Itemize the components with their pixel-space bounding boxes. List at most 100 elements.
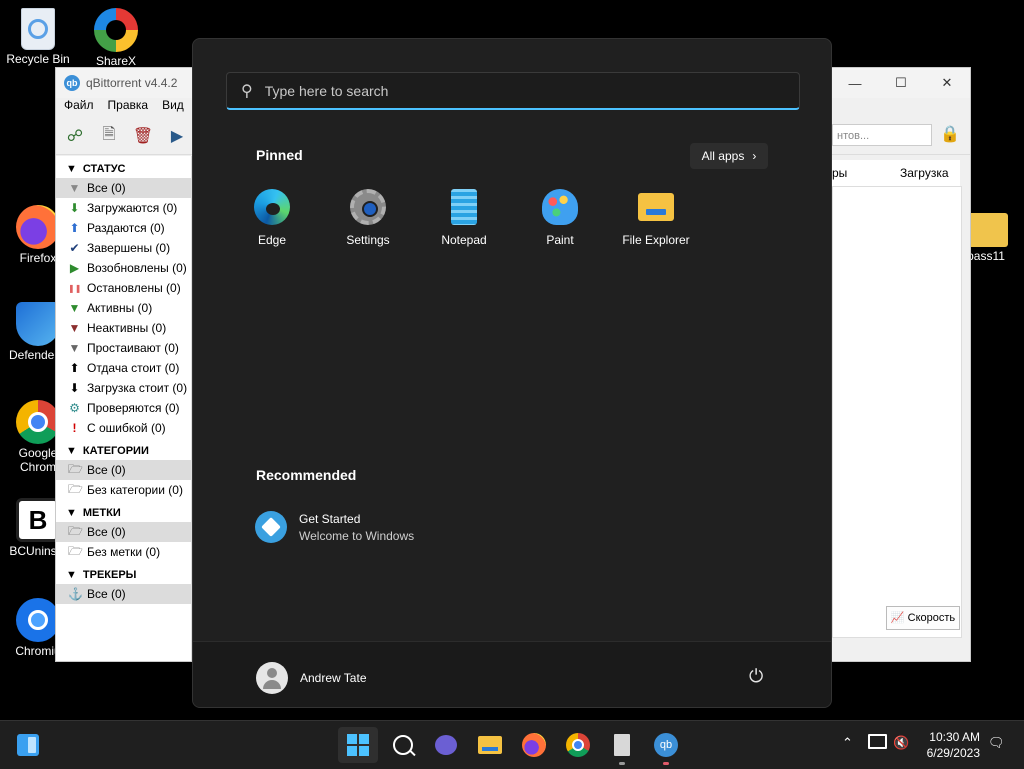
power-icon: ⏻ xyxy=(749,666,764,686)
section-categories-header[interactable]: ▼ КАТЕГОРИИ xyxy=(56,438,191,460)
section-tags-header[interactable]: ▼ МЕТКИ xyxy=(56,500,191,522)
pinned-app-label: Edge xyxy=(257,233,287,247)
qbittorrent-taskbar-button[interactable]: qb xyxy=(646,727,686,765)
start-search-box[interactable]: ⚲ Type here to search xyxy=(226,72,800,110)
qbittorrent-icon: qb xyxy=(654,733,678,757)
firefox-taskbar-button[interactable] xyxy=(514,727,554,763)
desktop-icon-sharex[interactable]: ShareX xyxy=(78,8,154,68)
sidebar-item[interactable]: 🗁 Все (0) xyxy=(56,460,191,480)
menu-file[interactable]: Файл xyxy=(64,98,94,118)
clock[interactable]: 10:30 AM 6/29/2023 xyxy=(927,729,980,761)
sidebar-item[interactable]: 🗁 Без категории (0) xyxy=(56,480,191,500)
start-button[interactable] xyxy=(338,727,378,763)
close-button[interactable]: ✕ xyxy=(924,68,970,98)
sidebar-item[interactable]: ▼ Активны (0) xyxy=(56,298,191,318)
firefox-icon xyxy=(16,205,60,249)
clock-date: 6/29/2023 xyxy=(926,746,980,760)
resume-button[interactable]: ▶ xyxy=(166,125,188,147)
window-controls: — ☐ ✕ xyxy=(832,68,970,98)
speed-button[interactable]: 📈 Скорость xyxy=(886,606,960,630)
teams-button[interactable] xyxy=(426,727,466,763)
add-torrent-file-button[interactable]: 🗎 xyxy=(98,125,120,147)
sidebar-item[interactable]: ⬇ Загрузка стоит (0) xyxy=(56,378,191,398)
recommended-subtitle-text: Welcome to Windows xyxy=(299,528,415,543)
sidebar-item-label: Загружаются (0) xyxy=(87,201,178,215)
user-account-button[interactable]: Andrew Tate xyxy=(256,662,367,694)
widgets-icon xyxy=(17,734,39,756)
pinned-app-paint[interactable]: Paint xyxy=(515,189,605,247)
sidebar-item-label: Простаивают (0) xyxy=(87,341,179,355)
arrow-up-icon: ⬆ xyxy=(69,361,80,375)
sidebar-item-label: Раздаются (0) xyxy=(87,221,165,235)
power-button[interactable]: ⏻ xyxy=(749,666,763,687)
widgets-button[interactable] xyxy=(8,727,48,763)
file-explorer-icon xyxy=(638,193,674,221)
sidebar-item[interactable]: ⬇ Загружаются (0) xyxy=(56,198,191,218)
sidebar-item[interactable]: 🗁 Без метки (0) xyxy=(56,542,191,562)
link-icon: ☍ xyxy=(66,128,84,145)
notepad-icon xyxy=(451,189,477,225)
error-icon: ! xyxy=(72,421,77,435)
taskbar-search-button[interactable] xyxy=(383,727,423,763)
pinned-app-label: Paint xyxy=(546,233,574,247)
document-taskbar-button[interactable] xyxy=(602,727,642,765)
pinned-app-notepad[interactable]: Notepad xyxy=(419,189,509,247)
minimize-button[interactable]: — xyxy=(832,68,878,98)
lock-icon[interactable]: 🔒 xyxy=(940,124,960,146)
section-title: СТАТУС xyxy=(82,163,126,175)
torrent-table[interactable] xyxy=(832,186,962,638)
sidebar-item-label: Отдача стоит (0) xyxy=(87,361,180,375)
user-name: Andrew Tate xyxy=(300,671,367,685)
sidebar: ▼ СТАТУС ▼ Все (0) ⬇ Загружаются (0) ⬆ Раздают… xyxy=(56,156,192,661)
sidebar-item[interactable]: ⬆ Отдача стоит (0) xyxy=(56,358,191,378)
menu-view[interactable]: Вид xyxy=(162,98,184,118)
collapse-icon: ▼ xyxy=(66,445,77,457)
tracker-icon: ⚓ xyxy=(68,587,83,601)
notifications-icon[interactable]: 🗨 xyxy=(988,735,1005,751)
network-icon[interactable] xyxy=(868,734,887,749)
sidebar-item[interactable]: ▶ Возобновлены (0) xyxy=(56,258,191,278)
sidebar-item-label: Завершены (0) xyxy=(87,241,171,255)
section-trackers-header[interactable]: ▼ ТРЕКЕРЫ xyxy=(56,562,191,584)
menu-edit[interactable]: Правка xyxy=(108,98,149,118)
sidebar-item[interactable]: ✔ Завершены (0) xyxy=(56,238,191,258)
all-apps-button[interactable]: All apps › xyxy=(690,143,768,169)
sidebar-item-label: Без метки (0) xyxy=(87,545,161,559)
sidebar-item[interactable]: ⚙ Проверяются (0) xyxy=(56,398,191,418)
delete-torrent-button[interactable]: 🗑 xyxy=(132,125,154,147)
sidebar-item[interactable]: 🗁 Все (0) xyxy=(56,522,191,542)
sidebar-item[interactable]: ! С ошибкой (0) xyxy=(56,418,191,438)
pinned-app-edge[interactable]: Edge xyxy=(227,189,317,247)
chrome-taskbar-button[interactable] xyxy=(558,727,598,763)
paint-icon xyxy=(542,189,578,225)
recommended-item-get-started[interactable]: Get Started Welcome to Windows xyxy=(255,511,414,543)
filter-input[interactable]: нтов... xyxy=(832,124,932,146)
maximize-button[interactable]: ☐ xyxy=(878,68,924,98)
play-icon: ▶ xyxy=(170,128,184,145)
categories-list: 🗁 Все (0) 🗁 Без категории (0) xyxy=(56,460,191,500)
sidebar-item[interactable]: ⚓ Все (0) xyxy=(56,584,191,604)
pinned-app-label: File Explorer xyxy=(622,233,690,247)
filter-icon: ▼ xyxy=(68,341,81,355)
add-torrent-link-button[interactable]: ☍ xyxy=(64,125,86,147)
volume-muted-icon[interactable]: 🔇 xyxy=(893,735,909,751)
filter-icon: ▼ xyxy=(68,301,81,315)
sidebar-item[interactable]: ❚❚ Остановлены (0) xyxy=(56,278,191,298)
search-icon xyxy=(393,735,416,757)
check-icon: ✔ xyxy=(69,241,80,255)
pinned-app-file-explorer[interactable]: File Explorer xyxy=(611,189,701,247)
sidebar-item[interactable]: ▼ Простаивают (0) xyxy=(56,338,191,358)
column-header-download[interactable]: Загрузка xyxy=(900,166,949,180)
pinned-app-settings[interactable]: Settings xyxy=(323,189,413,247)
sidebar-item[interactable]: ⬆ Раздаются (0) xyxy=(56,218,191,238)
folder-open-icon: 🗁 xyxy=(68,481,83,496)
column-header[interactable]: ры xyxy=(832,166,847,180)
section-status-header[interactable]: ▼ СТАТУС xyxy=(56,156,191,178)
sidebar-item[interactable]: ▼ Все (0) xyxy=(56,178,191,198)
chevron-up-icon[interactable]: ⌃ xyxy=(842,735,853,751)
sidebar-item[interactable]: ▼ Неактивны (0) xyxy=(56,318,191,338)
chrome-icon xyxy=(566,733,590,757)
start-icon xyxy=(347,734,369,756)
desktop-icon-recycle-bin[interactable]: Recycle Bin xyxy=(0,8,76,66)
file-explorer-taskbar-button[interactable] xyxy=(470,727,510,763)
